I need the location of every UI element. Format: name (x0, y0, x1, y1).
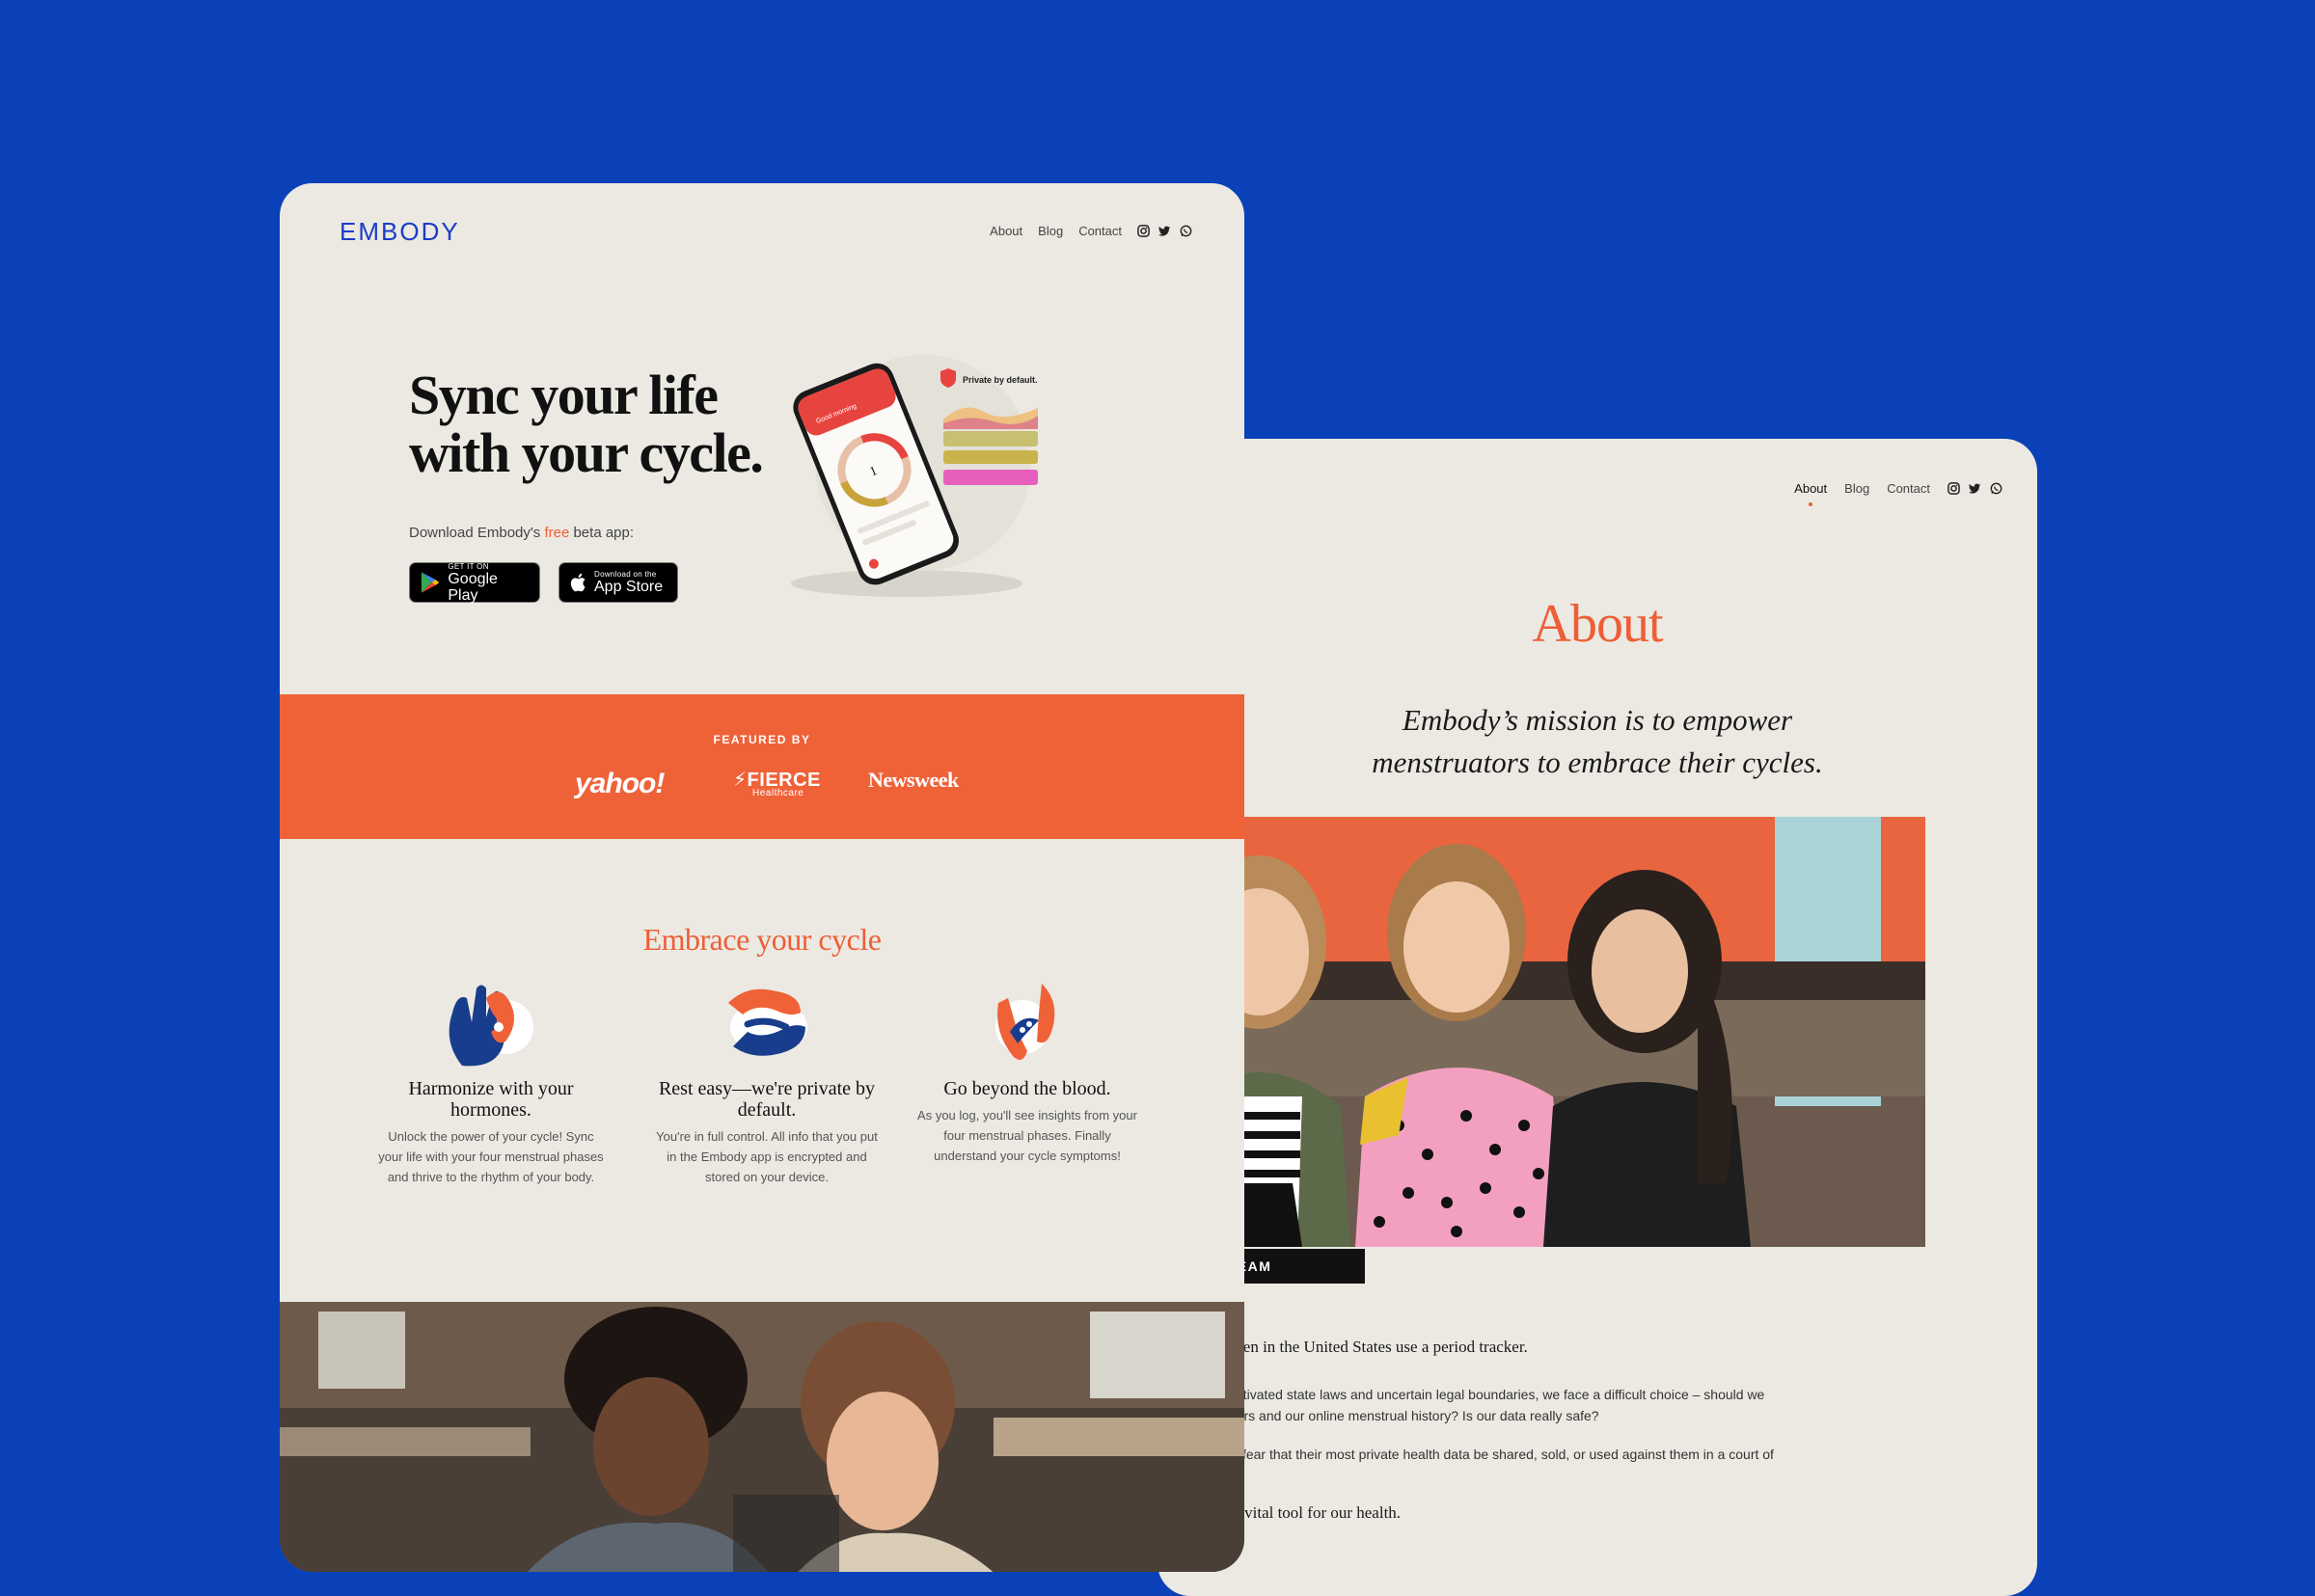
whatsapp-icon[interactable] (1990, 482, 2002, 495)
feature-description: As you log, you'll see insights from you… (917, 1108, 1137, 1163)
phone-illustration: Good morning 1 Private by default. (791, 355, 1038, 597)
office-photo (280, 1302, 1244, 1572)
google-play-label: Google Play (448, 570, 498, 604)
fierce-healthcare-logo[interactable]: ⚡FIERCE Healthcare (733, 768, 821, 798)
twitter-icon[interactable] (1158, 225, 1171, 237)
privacy-hands-icon (728, 988, 807, 1056)
body-paragraph-2: hould have to fear that their most priva… (1158, 1447, 1774, 1462)
instagram-icon[interactable] (1947, 482, 1960, 495)
blood-hands-icon (995, 984, 1055, 1060)
feature-title: Rest easy—we're private by default. (658, 1078, 876, 1121)
about-page-window: About Blog Contact About Embody’s missio… (1158, 439, 2037, 1596)
google-play-button[interactable]: GET IT ON Google Play (409, 561, 540, 604)
feature-description: You're in full control. All info that yo… (656, 1129, 878, 1184)
office-photo-illustration (280, 1302, 1244, 1572)
logo-text: EMBODY (340, 217, 460, 245)
nav-contact-link[interactable]: Contact (1078, 224, 1122, 238)
embody-wordmark: EMBODY (340, 217, 460, 246)
team-photo (1158, 817, 1925, 1247)
download-prefix: Download Embody's (409, 525, 545, 541)
app-store-small: Download on the (594, 570, 657, 579)
app-store-button[interactable]: Download on the App Store (558, 562, 678, 603)
apple-icon (570, 573, 586, 592)
whatsapp-icon[interactable] (1180, 225, 1192, 237)
google-play-small: GET IT ON (448, 561, 489, 571)
home-nav: About Blog Contact (990, 224, 1192, 238)
download-suffix: beta app: (569, 525, 635, 541)
nav-blog-link[interactable]: Blog (1844, 481, 1869, 496)
phone-mockup: Good morning 1 Private by default. (762, 352, 1061, 603)
feature-card: Harmonize with your hormones. Unlock the… (370, 974, 612, 1187)
app-store-label: App Store (594, 579, 664, 595)
instagram-icon[interactable] (1137, 225, 1150, 237)
nav-contact-link[interactable]: Contact (1887, 481, 1930, 496)
hero-line-2: with your cycle. (409, 421, 764, 484)
featured-by-band: FEATURED BY yahoo! ⚡FIERCE Healthcare Ne… (280, 694, 1244, 839)
privacy-badge: Private by default. (963, 375, 1038, 385)
body-paragraph-1: ke of newly activated state laws and unc… (1158, 1384, 1852, 1426)
mission-line-2: menstruators to embrace their cycles. (1372, 745, 1823, 779)
feature-title: Harmonize with your hormones. (408, 1078, 574, 1121)
google-play-icon (421, 572, 440, 593)
nav-blog-link[interactable]: Blog (1038, 224, 1063, 238)
feature-description: Unlock the power of your cycle! Sync you… (378, 1129, 604, 1184)
yahoo-logo[interactable]: yahoo! (575, 768, 665, 800)
nav-about-link[interactable]: About (990, 224, 1022, 238)
mission-line-1: Embody’s mission is to empower (1402, 703, 1793, 737)
hormones-hand-icon (449, 985, 533, 1067)
mission-statement: Embody’s mission is to empower menstruat… (1158, 699, 2037, 784)
feature-card: Rest easy—we're private by default. You'… (646, 974, 887, 1187)
section-title: Embrace your cycle (642, 922, 882, 957)
fierce-logo-mark: ⚡ (733, 770, 748, 791)
page-title: About (1532, 594, 1664, 654)
hero-line-1: Sync your life (409, 364, 719, 426)
body-paragraph-1-line-1: ke of newly activated state laws and unc… (1158, 1387, 1765, 1402)
nav-about-link[interactable]: About (1794, 481, 1827, 506)
download-free: free (544, 525, 570, 541)
feature-title: Go beyond the blood. (943, 1078, 1111, 1099)
team-photo-illustration (1158, 817, 1925, 1247)
download-prompt: Download Embody's free beta app: (409, 525, 634, 541)
hero-headline: Sync your life with your cycle. (409, 366, 814, 482)
newsweek-logo[interactable]: Newsweek (868, 768, 959, 793)
about-nav: About Blog Contact (1794, 481, 2002, 506)
featured-by-label: FEATURED BY (713, 733, 811, 746)
home-page-window: EMBODY About Blog Contact Sync your life… (280, 183, 1244, 1572)
embody-logo[interactable]: EMBODY (340, 216, 461, 250)
feature-card: Go beyond the blood. As you log, you'll … (907, 974, 1148, 1166)
body-paragraph-1-line-2: r period trackers and our online menstru… (1158, 1408, 1599, 1423)
twitter-icon[interactable] (1969, 482, 1981, 495)
